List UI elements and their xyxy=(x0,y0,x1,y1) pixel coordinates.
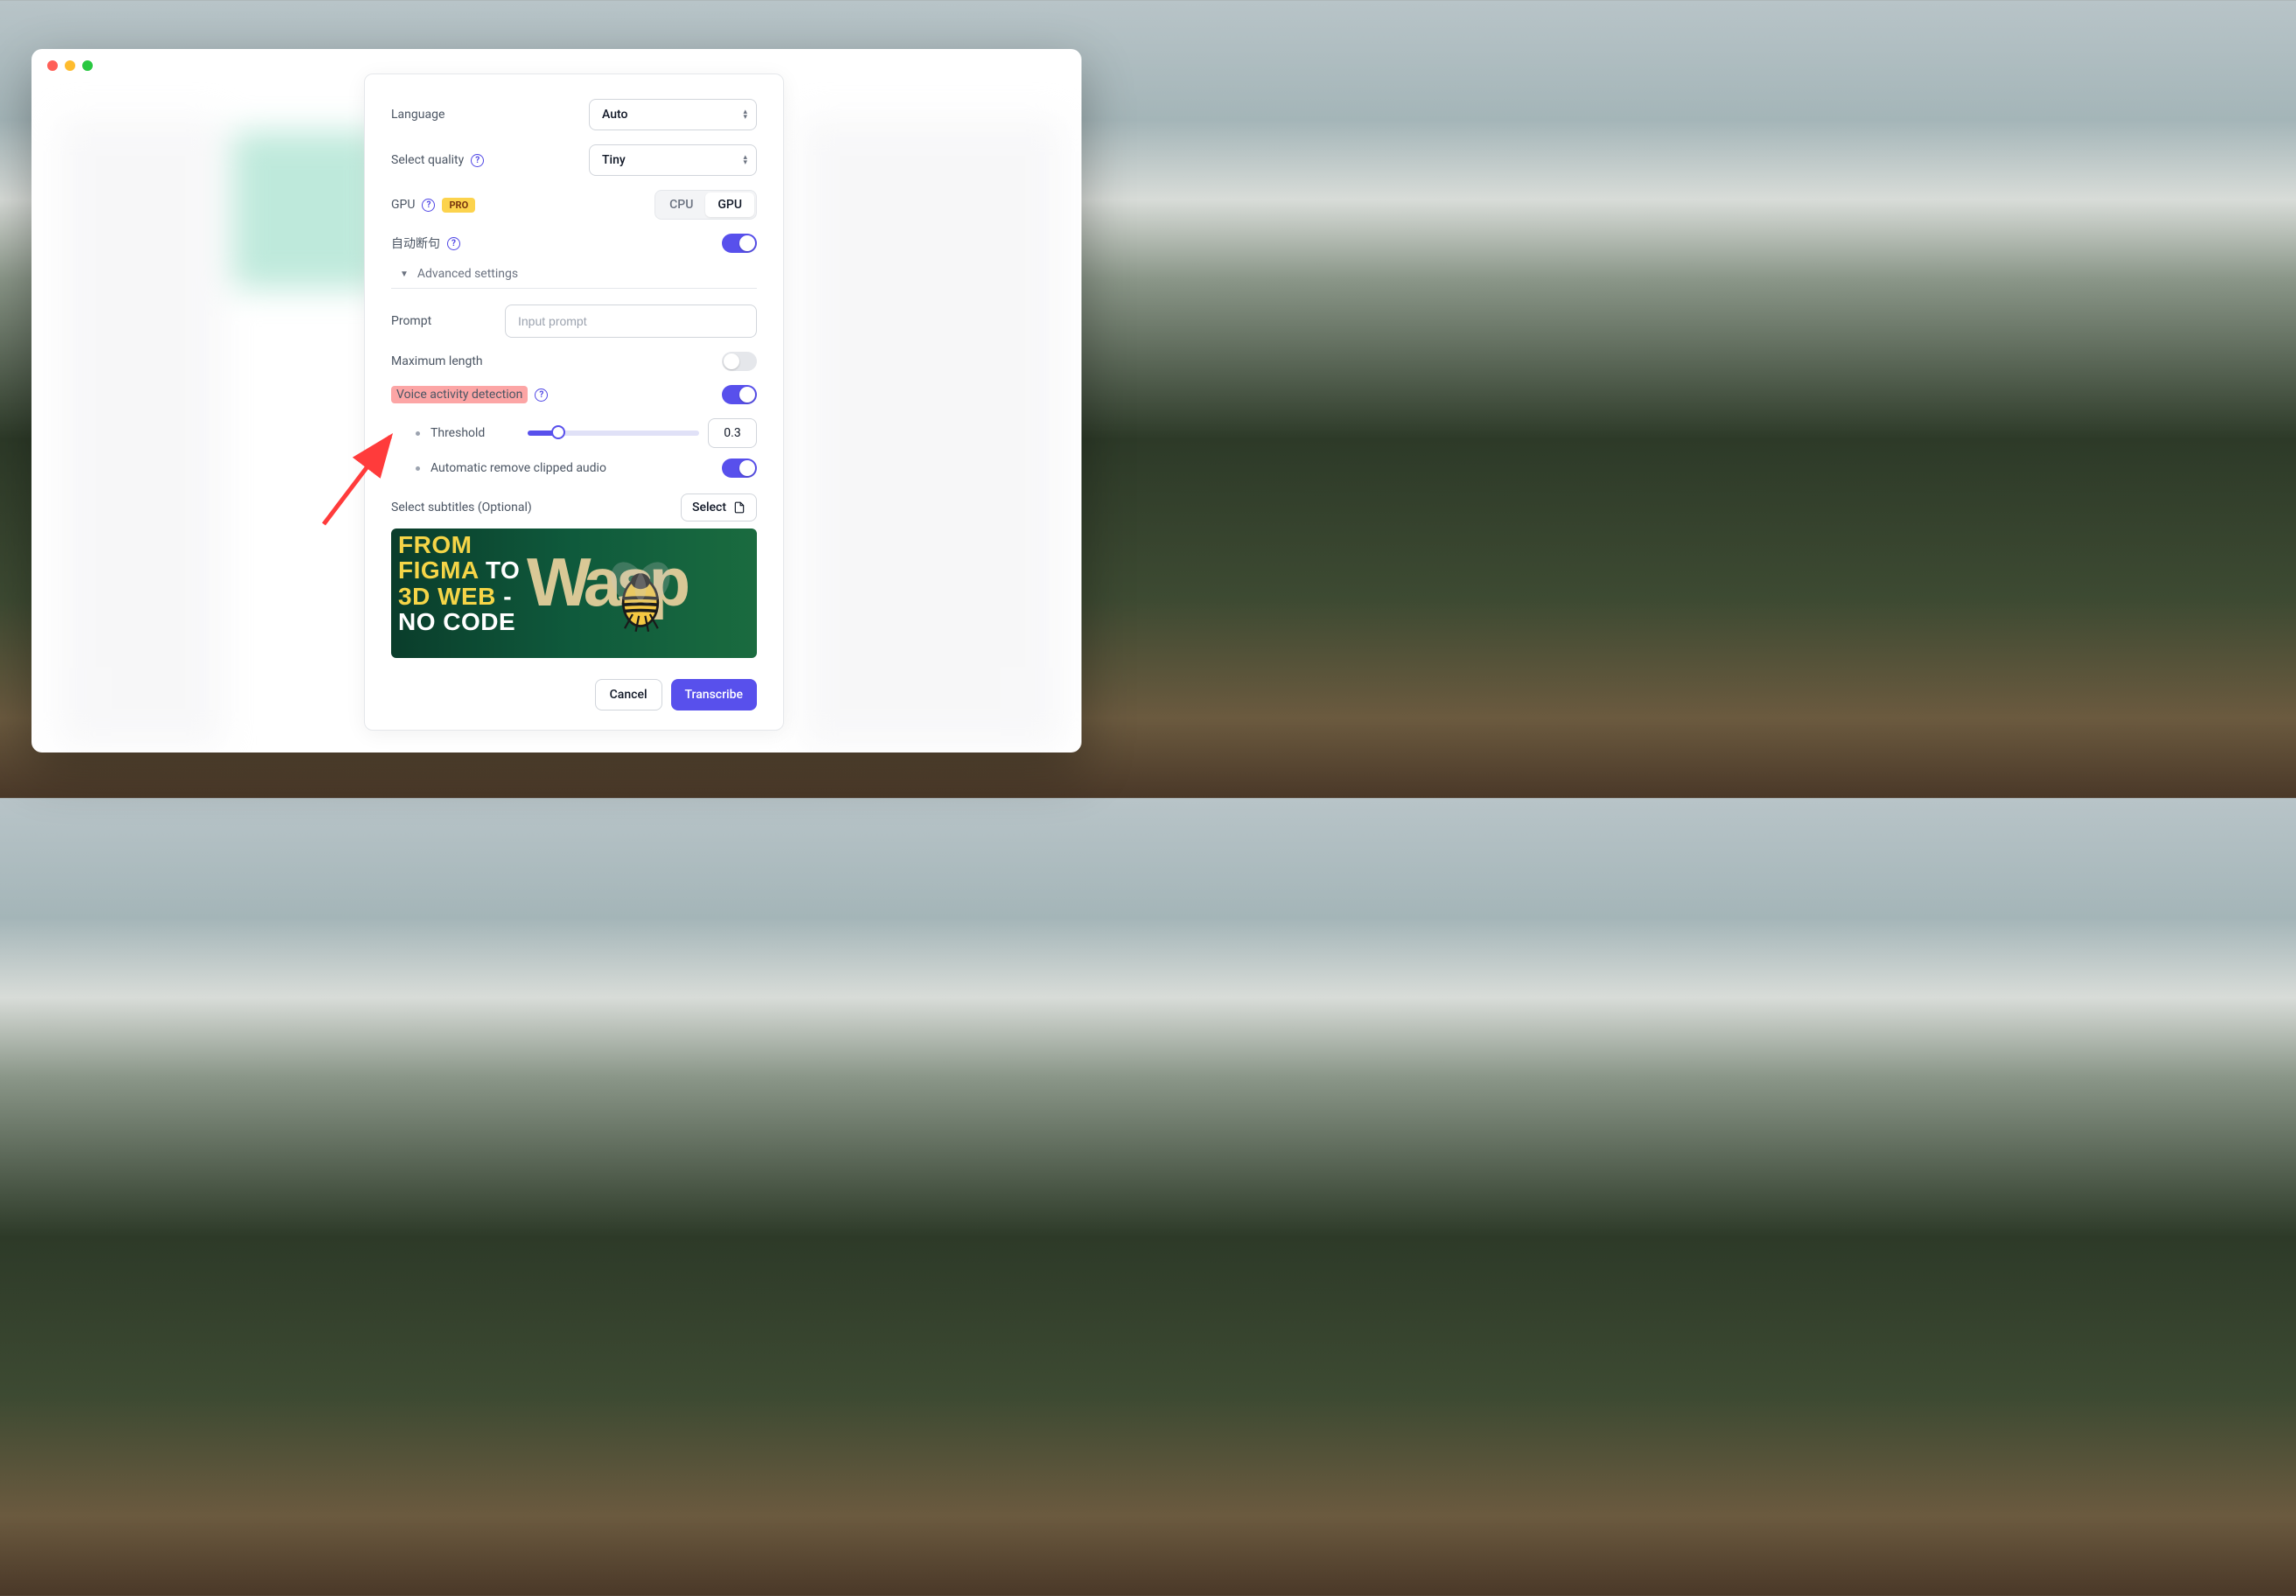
help-icon[interactable]: ? xyxy=(535,388,548,402)
vad-toggle[interactable] xyxy=(722,385,757,404)
language-value: Auto xyxy=(602,108,627,122)
language-select[interactable]: Auto ▴▾ xyxy=(589,99,757,130)
remove-clipped-label: Automatic remove clipped audio xyxy=(416,461,606,475)
transcribe-settings-modal: Language Auto ▴▾ Select quality ? Tiny ▴… xyxy=(364,74,784,731)
help-icon[interactable]: ? xyxy=(447,237,460,250)
pro-badge: PRO xyxy=(442,198,475,213)
max-length-toggle[interactable] xyxy=(722,352,757,371)
gpu-label: GPU ? PRO xyxy=(391,198,475,213)
threshold-label: Threshold xyxy=(416,426,485,440)
minimize-window-button[interactable] xyxy=(65,60,75,71)
gpu-segmented-control: CPU GPU xyxy=(654,190,757,220)
prompt-label: Prompt xyxy=(391,314,431,328)
slider-thumb[interactable] xyxy=(551,425,565,439)
fullscreen-window-button[interactable] xyxy=(82,60,93,71)
quality-label: Select quality ? xyxy=(391,153,484,167)
file-icon xyxy=(733,501,746,514)
language-label: Language xyxy=(391,108,444,122)
auto-sentence-toggle[interactable] xyxy=(722,234,757,253)
prompt-input[interactable] xyxy=(505,304,757,338)
vad-label: Voice activity detection ? xyxy=(391,386,548,403)
max-length-label: Maximum length xyxy=(391,354,483,368)
updown-icon: ▴▾ xyxy=(743,155,747,165)
threshold-value[interactable]: 0.3 xyxy=(708,418,757,448)
caret-down-icon: ▼ xyxy=(400,270,409,279)
video-preview-thumbnail: FROM FIGMA TO 3D WEB - NO CODE Wasp xyxy=(391,528,757,658)
bullet-icon xyxy=(416,431,420,436)
app-window: Language Auto ▴▾ Select quality ? Tiny ▴… xyxy=(32,49,1082,752)
select-subtitles-button[interactable]: Select xyxy=(681,494,757,522)
help-icon[interactable]: ? xyxy=(422,199,435,212)
quality-select[interactable]: Tiny ▴▾ xyxy=(589,144,757,176)
vad-highlight: Voice activity detection xyxy=(391,386,528,403)
remove-clipped-toggle[interactable] xyxy=(722,458,757,478)
transcribe-button[interactable]: Transcribe xyxy=(671,679,757,710)
threshold-slider[interactable] xyxy=(528,430,699,436)
quality-value: Tiny xyxy=(602,153,626,167)
gpu-option[interactable]: GPU xyxy=(705,192,754,217)
auto-sentence-label: 自动断句 ? xyxy=(391,234,460,252)
cpu-option[interactable]: CPU xyxy=(657,192,705,217)
bullet-icon xyxy=(416,466,420,471)
help-icon[interactable]: ? xyxy=(471,154,484,167)
updown-icon: ▴▾ xyxy=(743,109,747,120)
cancel-button[interactable]: Cancel xyxy=(595,679,662,710)
wasp-illustration xyxy=(601,555,680,642)
close-window-button[interactable] xyxy=(47,60,58,71)
subtitles-label: Select subtitles (Optional) xyxy=(391,500,532,514)
advanced-settings-header[interactable]: ▼ Advanced settings xyxy=(391,267,757,289)
